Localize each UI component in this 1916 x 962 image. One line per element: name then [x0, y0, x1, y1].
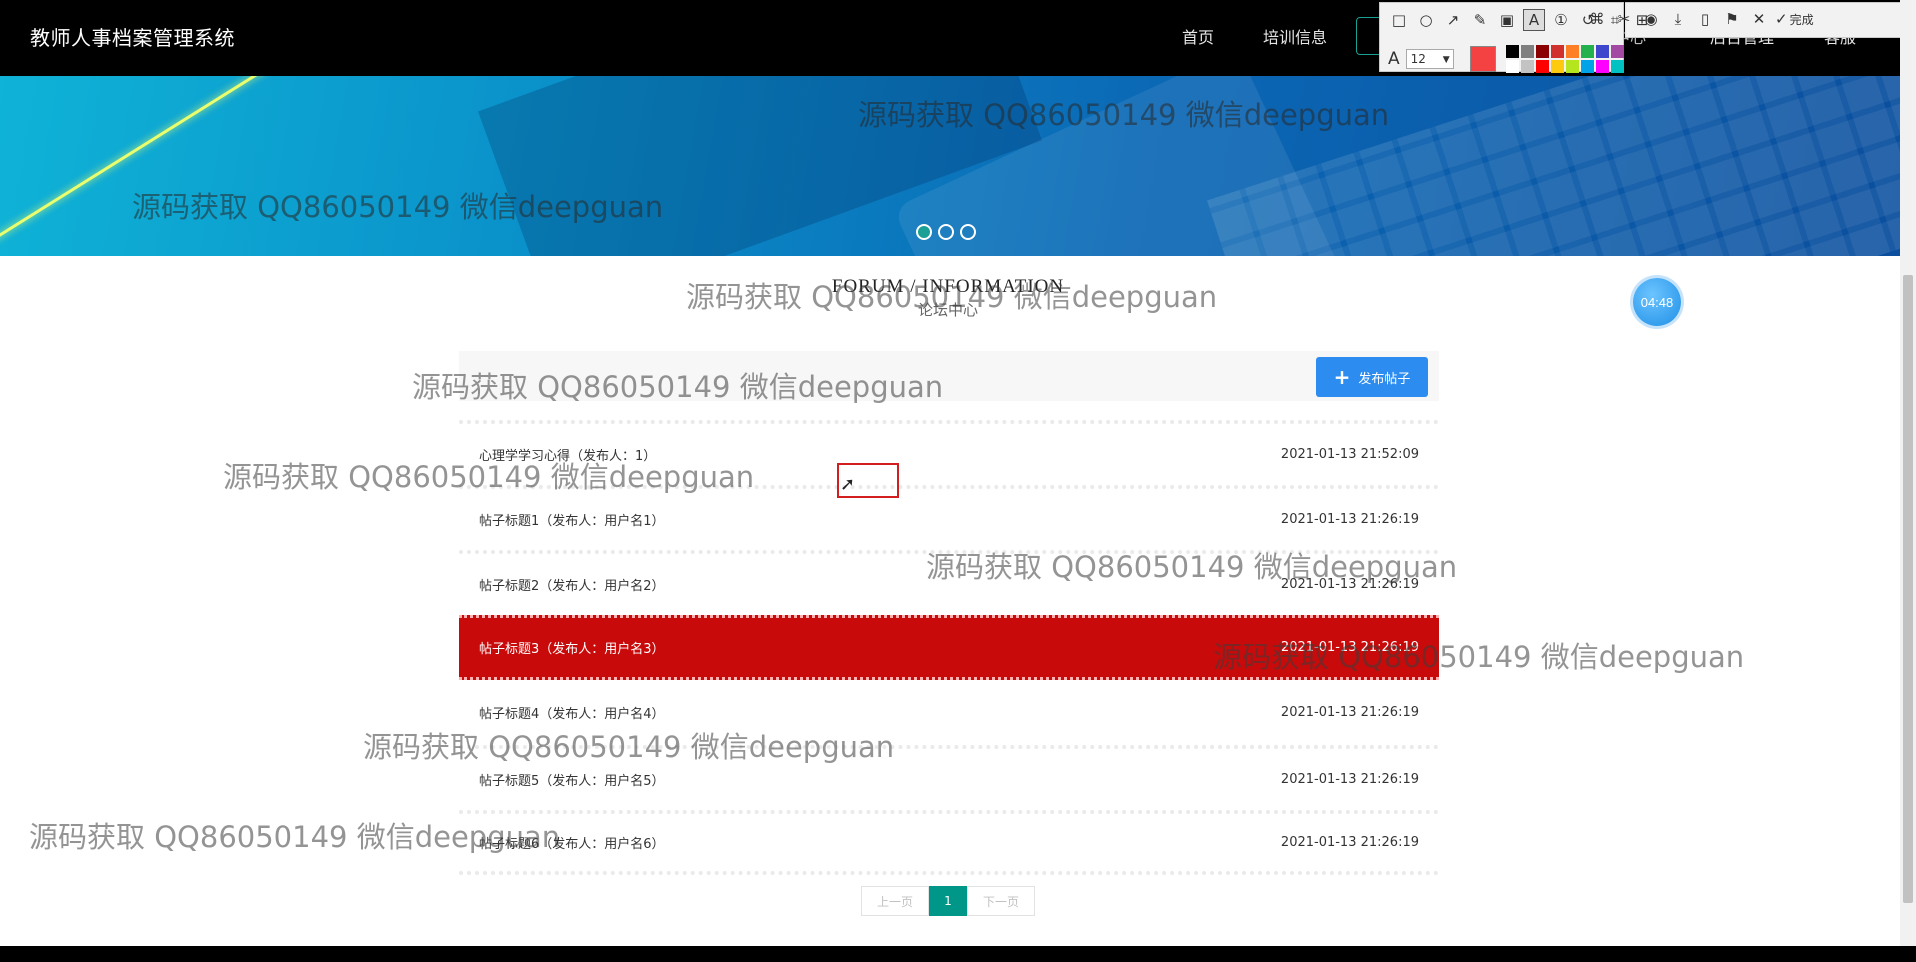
- post-title[interactable]: 帖子标题4（发布人：用户名4）: [479, 703, 665, 722]
- post-title[interactable]: 帖子标题6（发布人：用户名6）: [479, 833, 665, 852]
- plus-icon: +: [1333, 365, 1351, 389]
- next-page-button[interactable]: 下一页: [967, 886, 1035, 916]
- carousel-dot-1[interactable]: [916, 224, 932, 240]
- post-date: 2021-01-13 21:26:19: [1280, 640, 1419, 655]
- record-icon[interactable]: ◉: [1640, 8, 1662, 30]
- color-swatch[interactable]: [1580, 45, 1594, 58]
- number-tool-icon[interactable]: ①: [1550, 9, 1572, 31]
- post-date: 2021-01-13 21:52:09: [1280, 447, 1419, 462]
- text-tool-icon[interactable]: A: [1523, 9, 1545, 31]
- color-swatch[interactable]: [1505, 45, 1519, 58]
- post-date: 2021-01-13 21:26:19: [1280, 835, 1419, 850]
- post-list: 心理学学习心得（发布人：1） 2021-01-13 21:52:09 帖子标题1…: [459, 420, 1439, 875]
- section-title-cn: 论坛中心: [917, 301, 978, 319]
- done-button[interactable]: ✓ 完成: [1775, 8, 1814, 30]
- color-swatch[interactable]: [1610, 45, 1624, 58]
- publish-post-label: 发布帖子: [1358, 371, 1411, 387]
- post-date: 2021-01-13 21:26:19: [1280, 705, 1419, 720]
- pin-tool-icon[interactable]: ✂: [1613, 8, 1635, 30]
- color-swatch[interactable]: [1520, 60, 1534, 73]
- color-swatch[interactable]: [1565, 60, 1579, 73]
- footer: [0, 946, 1916, 962]
- color-swatch[interactable]: [1550, 60, 1564, 73]
- color-swatch[interactable]: [1535, 45, 1549, 58]
- nav-training-info[interactable]: 培训信息: [1263, 24, 1327, 48]
- rectangle-tool-icon[interactable]: □: [1388, 9, 1410, 31]
- color-swatch[interactable]: [1595, 45, 1609, 58]
- nav-home[interactable]: 首页: [1182, 24, 1214, 48]
- banner-keyboard-image: [1206, 76, 1900, 256]
- post-date: 2021-01-13 21:26:19: [1280, 577, 1419, 592]
- color-swatch[interactable]: [1610, 60, 1624, 73]
- post-title[interactable]: 帖子标题2（发布人：用户名2）: [479, 575, 665, 594]
- bookmark-icon[interactable]: ⚑: [1721, 8, 1743, 30]
- section-title-en: FORUM / INFORMATION: [831, 276, 1065, 297]
- carousel-indicators: [916, 224, 976, 240]
- pagination: 上一页 1 下一页: [861, 886, 1035, 916]
- color-swatch[interactable]: [1535, 60, 1549, 73]
- scrollbar-thumb[interactable]: [1903, 275, 1913, 903]
- close-icon[interactable]: ✕: [1748, 8, 1770, 30]
- color-swatch[interactable]: [1580, 60, 1594, 73]
- arrow-tool-icon[interactable]: ↗: [1442, 9, 1464, 31]
- color-swatch[interactable]: [1595, 60, 1609, 73]
- post-row[interactable]: 心理学学习心得（发布人：1） 2021-01-13 21:52:09: [459, 420, 1439, 485]
- post-row[interactable]: 帖子标题1（发布人：用户名1） 2021-01-13 21:26:19: [459, 485, 1439, 550]
- publish-post-button[interactable]: + 发布帖子: [1316, 357, 1428, 397]
- post-title[interactable]: 帖子标题1（发布人：用户名1）: [479, 510, 665, 529]
- color-palette: [1505, 45, 1624, 73]
- post-row[interactable]: 帖子标题2（发布人：用户名2） 2021-01-13 21:26:19: [459, 550, 1439, 615]
- post-date: 2021-01-13 21:26:19: [1280, 512, 1419, 527]
- banner-light-streak: [0, 76, 294, 245]
- post-title[interactable]: 帖子标题5（发布人：用户名5）: [479, 770, 665, 789]
- post-row[interactable]: 帖子标题6（发布人：用户名6） 2021-01-13 21:26:19: [459, 810, 1439, 875]
- post-row[interactable]: 帖子标题4（发布人：用户名4） 2021-01-13 21:26:19: [459, 680, 1439, 745]
- phone-icon[interactable]: ▯: [1694, 8, 1716, 30]
- font-size-icon: A: [1388, 49, 1400, 69]
- post-row-highlighted[interactable]: 帖子标题3（发布人：用户名3） 2021-01-13 21:26:19: [459, 615, 1439, 680]
- site-title: 教师人事档案管理系统: [30, 26, 235, 50]
- font-size-select[interactable]: 12: [1405, 49, 1454, 69]
- carousel-dot-3[interactable]: [960, 224, 976, 240]
- mosaic-tool-icon[interactable]: ▣: [1496, 9, 1518, 31]
- post-title[interactable]: 心理学学习心得（发布人：1）: [479, 445, 656, 464]
- current-color-swatch[interactable]: [1469, 46, 1496, 72]
- post-title[interactable]: 帖子标题3（发布人：用户名3）: [479, 638, 665, 657]
- post-date: 2021-01-13 21:26:19: [1280, 772, 1419, 787]
- color-swatch[interactable]: [1505, 60, 1519, 73]
- post-row[interactable]: 帖子标题5（发布人：用户名5） 2021-01-13 21:26:19: [459, 745, 1439, 810]
- forum-toolbar: [459, 351, 1439, 401]
- mouse-cursor-icon: ➚: [840, 474, 856, 494]
- recording-timer[interactable]: 04:48: [1633, 278, 1681, 326]
- color-swatch[interactable]: [1565, 45, 1579, 58]
- done-label: 完成: [1789, 12, 1814, 27]
- scan-tool-icon[interactable]: ⌘: [1586, 8, 1608, 30]
- screenshot-toolbar-right: ⌘ ✂ ◉ ⤓ ▯ ⚑ ✕ ✓ 完成: [1586, 8, 1814, 30]
- download-icon[interactable]: ⤓: [1667, 8, 1689, 30]
- pen-tool-icon[interactable]: ✎: [1469, 9, 1491, 31]
- prev-page-button[interactable]: 上一页: [861, 886, 929, 916]
- carousel-dot-2[interactable]: [938, 224, 954, 240]
- color-swatch[interactable]: [1520, 45, 1534, 58]
- ellipse-tool-icon[interactable]: ○: [1415, 9, 1437, 31]
- banner-carousel: [0, 76, 1900, 256]
- color-swatch[interactable]: [1550, 45, 1564, 58]
- page-1-button[interactable]: 1: [929, 886, 967, 916]
